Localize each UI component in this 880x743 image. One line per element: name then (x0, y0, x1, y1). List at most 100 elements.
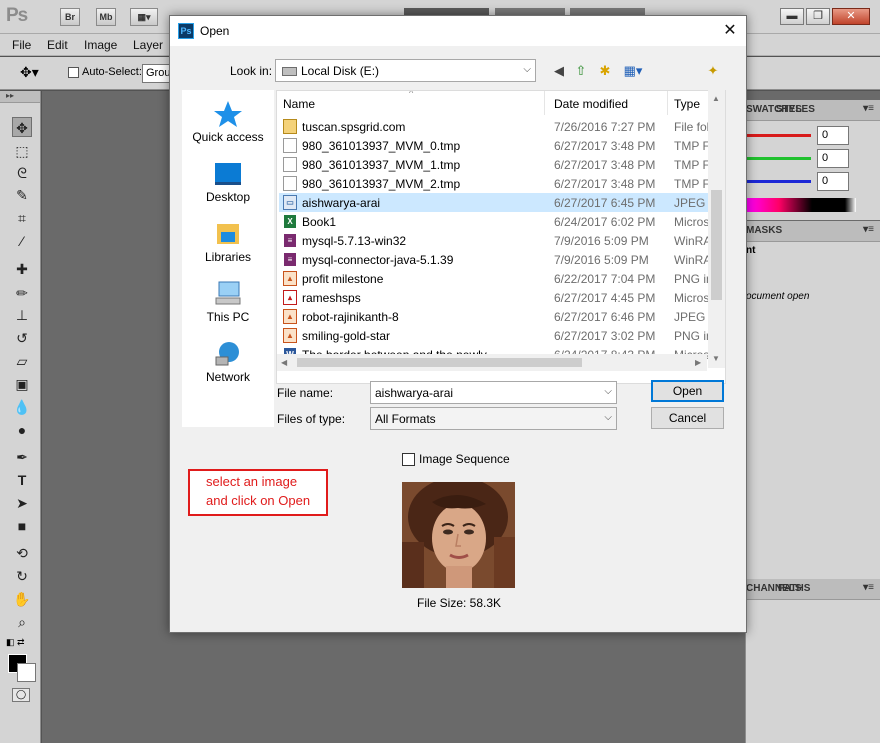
blue-value-input[interactable]: 0 (817, 172, 849, 191)
panel-menu-icon[interactable]: ▾≡ (863, 582, 874, 593)
file-row[interactable]: 980_361013937_MVM_2.tmp 6/27/2017 3:48 PM… (279, 174, 710, 193)
mini-bridge-button[interactable]: Mb (96, 8, 116, 26)
tab-styles[interactable]: STYLES (776, 104, 815, 115)
place-desktop[interactable]: Desktop (182, 160, 274, 204)
quick-select-tool-icon[interactable]: ✎ (12, 185, 32, 205)
file-type: Microsoft (674, 215, 710, 229)
type-tool-icon[interactable]: T (12, 470, 32, 490)
auto-select-checkbox[interactable] (68, 66, 79, 78)
desktop-icon (215, 163, 241, 185)
new-folder-icon[interactable]: ✱ (596, 62, 614, 80)
auto-select-toggle[interactable]: Auto-Select: (68, 66, 142, 78)
file-row[interactable]: 980_361013937_MVM_0.tmp 6/27/2017 3:48 PM… (279, 136, 710, 155)
panel-menu-icon[interactable]: ▾≡ (863, 224, 874, 235)
eyedropper-tool-icon[interactable]: ⁄ (12, 231, 32, 251)
marquee-tool-icon[interactable]: ⬚ (12, 141, 32, 161)
chevron-down-icon[interactable]: ⌵ (604, 386, 612, 397)
menu-edit[interactable]: Edit (47, 38, 68, 52)
brush-tool-icon[interactable]: ✏ (12, 283, 32, 303)
3d-orbit-tool-icon[interactable]: ↻ (12, 566, 32, 586)
blur-tool-icon[interactable]: 💧 (12, 397, 32, 417)
file-list-vertical-scrollbar[interactable]: ▲ ▼ (708, 90, 725, 368)
file-row[interactable]: ▴ rameshsps 6/27/2017 4:45 PM Microsoft (279, 288, 710, 307)
crop-tool-icon[interactable]: ⌗ (12, 208, 32, 228)
place-libraries[interactable]: Libraries (182, 220, 274, 264)
path-select-tool-icon[interactable]: ➤ (12, 493, 32, 513)
menu-file[interactable]: File (12, 38, 31, 52)
file-row[interactable]: ≡ mysql-5.7.13-win32 7/9/2016 5:09 PM WinRA… (279, 231, 710, 250)
blue-slider[interactable] (746, 180, 811, 183)
masks-panel-header: MASKS ▾≡ (746, 221, 880, 242)
background-color-swatch[interactable] (17, 663, 36, 682)
red-slider[interactable] (746, 134, 811, 137)
panel-menu-icon[interactable]: ▾≡ (863, 103, 874, 114)
scroll-up-icon[interactable]: ▲ (712, 94, 720, 103)
file-row[interactable]: X Book1 6/24/2017 6:02 PM Microsoft (279, 212, 710, 231)
view-menu-icon[interactable]: ▦▾ (620, 62, 646, 80)
files-of-type-select[interactable]: All Formats ⌵ (370, 407, 617, 430)
green-value-input[interactable]: 0 (817, 149, 849, 168)
lasso-tool-icon[interactable]: ᘓ (12, 163, 32, 183)
tab-paths[interactable]: PATHS (778, 583, 810, 594)
cancel-button[interactable]: Cancel (651, 407, 724, 429)
photoshop-icon: Ps (178, 23, 194, 39)
dialog-close-button[interactable]: ✕ (720, 21, 740, 41)
healing-brush-tool-icon[interactable]: ✚ (12, 259, 32, 279)
dodge-tool-icon[interactable]: ● (12, 420, 32, 440)
file-name-input[interactable]: aishwarya-arai ⌵ (370, 381, 617, 404)
minimize-button[interactable]: ▬ (780, 8, 804, 25)
menu-image[interactable]: Image (84, 38, 117, 52)
star-folder-icon[interactable]: ✦ (704, 62, 722, 80)
column-date-modified[interactable]: Date modified (548, 91, 668, 115)
zoom-tool-icon[interactable]: ⌕ (12, 612, 32, 632)
place-label: Quick access (192, 130, 264, 144)
move-tool-icon[interactable]: ✥ (12, 117, 32, 137)
shape-tool-icon[interactable]: ■ (12, 516, 32, 536)
horizontal-scroll-thumb[interactable] (297, 358, 582, 367)
file-row[interactable]: 980_361013937_MVM_1.tmp 6/27/2017 3:48 PM… (279, 155, 710, 174)
clone-stamp-tool-icon[interactable]: ⊥ (12, 305, 32, 325)
vertical-scroll-thumb[interactable] (711, 190, 722, 300)
green-slider[interactable] (746, 157, 811, 160)
hand-tool-icon[interactable]: ✋ (12, 589, 32, 609)
file-row[interactable]: ▭ aishwarya-arai 6/27/2017 6:45 PM JPEG ima… (279, 193, 710, 212)
eraser-tool-icon[interactable]: ▱ (12, 351, 32, 371)
scroll-left-icon[interactable]: ◀ (281, 358, 287, 367)
color-spectrum-bar[interactable] (746, 198, 856, 212)
file-row[interactable]: ▲ robot-rajinikanth-8 6/27/2017 6:46 PM JPE… (279, 307, 710, 326)
default-colors-icon[interactable]: ◧ ⇄ (6, 637, 25, 648)
open-button[interactable]: Open (651, 380, 724, 402)
image-sequence-checkbox[interactable] (402, 452, 415, 466)
bridge-button[interactable]: Br (60, 8, 80, 26)
place-this-pc[interactable]: This PC (182, 280, 274, 324)
quick-mask-icon[interactable]: ◯ (12, 688, 30, 702)
up-folder-icon[interactable]: ⇧ (572, 62, 590, 80)
history-brush-tool-icon[interactable]: ↺ (12, 328, 32, 348)
file-row[interactable]: tuscan.spsgrid.com 7/26/2016 7:27 PM File … (279, 117, 710, 136)
column-name[interactable]: Name ^ (277, 91, 545, 115)
file-type: Microsoft (674, 291, 710, 305)
place-network[interactable]: Network (182, 340, 274, 384)
look-in-combo[interactable]: Local Disk (E:) ⌵ (275, 59, 536, 82)
gradient-tool-icon[interactable]: ▣ (12, 374, 32, 394)
tab-masks[interactable]: MASKS (746, 225, 782, 236)
place-quick-access[interactable]: Quick access (182, 100, 274, 144)
scroll-down-icon[interactable]: ▼ (712, 354, 720, 363)
move-tool-preset-icon[interactable]: ✥▾ (20, 64, 39, 81)
file-row[interactable]: ≡ mysql-connector-java-5.1.39 7/9/2016 5:0… (279, 250, 710, 269)
auto-select-mode-select[interactable]: Grou (142, 64, 172, 83)
red-value-input[interactable]: 0 (817, 126, 849, 145)
file-row[interactable]: ▲ smiling-gold-star 6/27/2017 3:02 PM PNG i… (279, 326, 710, 345)
scroll-right-icon[interactable]: ▶ (695, 358, 701, 367)
menu-layer[interactable]: Layer (133, 38, 163, 52)
back-icon[interactable]: ◀ (550, 62, 568, 80)
maximize-button[interactable]: ❐ (806, 8, 830, 25)
file-list-horizontal-scrollbar[interactable]: ◀ ▶ (277, 354, 707, 371)
file-row[interactable]: ▲ profit milestone 6/22/2017 7:04 PM PNG im… (279, 269, 710, 288)
close-button[interactable]: ✕ (832, 8, 870, 25)
png-icon: ▲ (283, 309, 297, 324)
image-sequence-toggle[interactable]: Image Sequence (402, 452, 510, 466)
view-extras-button[interactable]: ▦▾ (130, 8, 158, 26)
3d-rotate-tool-icon[interactable]: ⟲ (12, 543, 32, 563)
pen-tool-icon[interactable]: ✒ (12, 447, 32, 467)
